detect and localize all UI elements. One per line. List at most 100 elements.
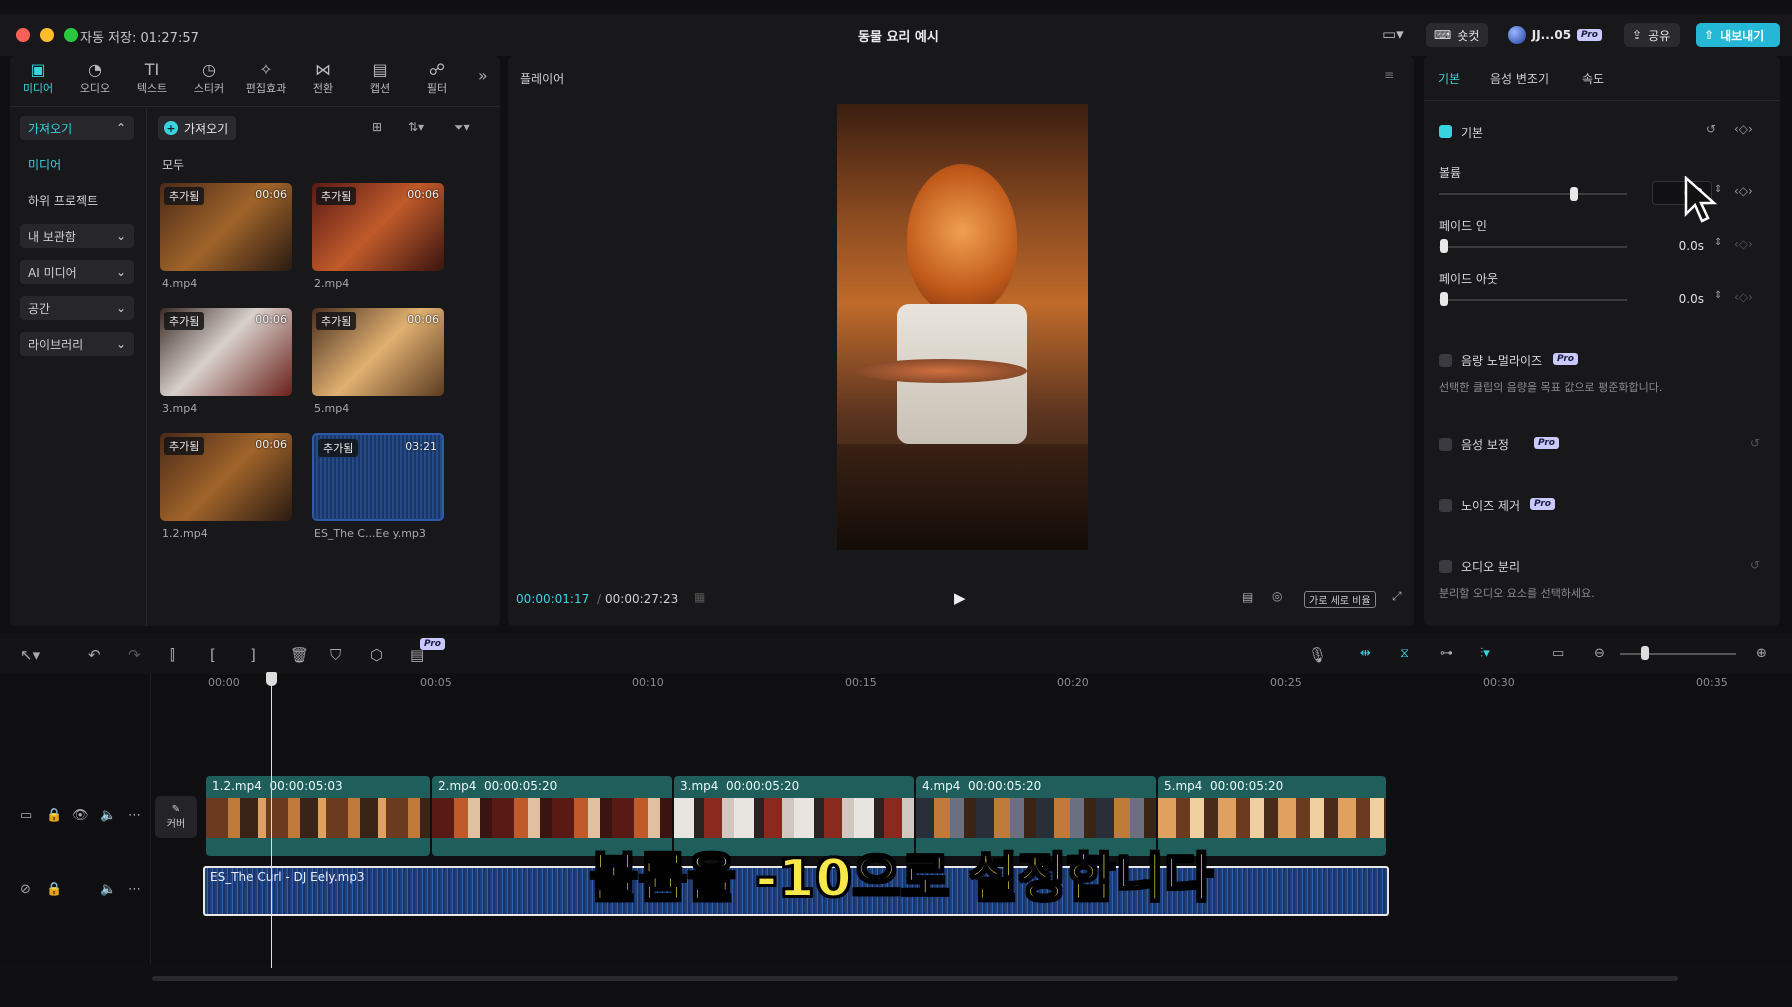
split-left-icon[interactable]: [ (210, 646, 216, 664)
fade-in-knob[interactable] (1440, 239, 1448, 253)
sidebar-item-space[interactable]: 공간 ⌄ (20, 296, 134, 320)
eye-icon[interactable]: 👁 (72, 808, 89, 823)
voice-enhance-checkbox[interactable] (1439, 438, 1452, 451)
tab-basic[interactable]: 기본 (1438, 70, 1460, 87)
minimize-window-button[interactable] (40, 28, 54, 42)
tab-transition[interactable]: ⋈ 전환 (298, 60, 348, 98)
more-icon[interactable]: ⋯ (128, 808, 141, 823)
media-thumb-5[interactable]: 추가됨 00:06 (312, 308, 444, 396)
maximize-window-button[interactable] (64, 28, 78, 42)
reset-icon[interactable]: ↺ (1750, 436, 1760, 450)
close-window-button[interactable] (16, 28, 30, 42)
microphone-icon[interactable]: 🎙 (1308, 646, 1327, 664)
stepper-icon[interactable]: ⇕ (1714, 290, 1722, 301)
tab-sticker[interactable]: ◷ 스티커 (184, 60, 234, 98)
account-menu[interactable]: JJ...05 Pro (1500, 23, 1610, 47)
link-icon[interactable]: ⊶ (1440, 646, 1453, 661)
media-thumb-3[interactable]: 추가됨 00:06 (160, 308, 292, 396)
fade-out-slider[interactable] (1439, 299, 1627, 301)
filter-sort-icon[interactable]: ⏷▾ (454, 120, 470, 135)
snapshot-icon[interactable]: ◎ (1272, 589, 1282, 603)
select-tool-icon[interactable]: ↖▾ (20, 646, 40, 664)
noise-reduction-checkbox[interactable] (1439, 499, 1452, 512)
sidebar-item-import[interactable]: 가져오기 ⌃ (20, 116, 134, 140)
tab-caption[interactable]: ▤ 캡션 (355, 60, 405, 98)
fade-in-slider[interactable] (1439, 246, 1627, 248)
snap-icon[interactable]: ⧖ (1400, 646, 1409, 661)
timeline-clip[interactable]: 1.2.mp4 00:00:05:03 (206, 776, 430, 856)
sidebar-item-library2[interactable]: 라이브러리 ⌄ (20, 332, 134, 356)
speaker-icon[interactable]: 🔈 (100, 882, 116, 897)
media-thumb-4[interactable]: 추가됨 00:06 (160, 183, 292, 271)
zoom-in-icon[interactable]: ⊕ (1756, 646, 1767, 661)
media-thumb-audio[interactable]: 추가됨 03:21 (312, 433, 444, 521)
shield-icon[interactable]: ⛉ (330, 646, 341, 664)
timeline-scrollbar[interactable] (152, 976, 1678, 981)
redo-icon[interactable]: ↷ (128, 646, 141, 664)
play-button[interactable]: ▶ (954, 589, 966, 607)
sidebar-item-library[interactable]: 내 보관함 ⌄ (20, 224, 134, 248)
zoom-out-icon[interactable]: ⊖ (1594, 646, 1605, 661)
reset-icon[interactable]: ↺ (1750, 558, 1760, 572)
lock-icon[interactable]: 🔒 (46, 808, 62, 823)
tab-filter[interactable]: ☍ 필터 (412, 60, 462, 98)
speaker-icon[interactable]: 🔈 (100, 808, 116, 823)
shortcut-button[interactable]: ⌨ 숏컷 (1426, 23, 1488, 47)
stepper-icon[interactable]: ⇕ (1714, 237, 1722, 248)
menu-icon[interactable]: ≡ (1384, 68, 1394, 82)
sidebar-item-media[interactable]: 미디어 (20, 152, 134, 176)
more-tabs-icon[interactable]: » (478, 66, 488, 85)
tab-speed[interactable]: 속도 (1582, 70, 1604, 87)
playhead[interactable] (271, 674, 272, 968)
fullscreen-icon[interactable]: ⤢ (1392, 589, 1402, 604)
magnet-icon[interactable]: ⇹ (1360, 646, 1371, 661)
export-button[interactable]: ⇧ 내보내기 (1696, 23, 1780, 47)
tab-voice-changer[interactable]: 음성 변조기 (1490, 70, 1549, 87)
audio-separation-checkbox[interactable] (1439, 560, 1452, 573)
cover-button[interactable]: ✎ 커버 (155, 796, 197, 838)
delete-icon[interactable]: 🗑 (290, 646, 309, 664)
more-icon[interactable]: ⋯ (128, 882, 141, 897)
zoom-slider[interactable] (1620, 653, 1736, 655)
import-button[interactable]: + 가져오기 (158, 116, 236, 140)
fade-out-knob[interactable] (1440, 292, 1448, 306)
sort-icon[interactable]: ⇅▾ (408, 120, 424, 134)
tab-effects[interactable]: ✧ 편집효과 (241, 60, 291, 98)
reset-icon[interactable]: ↺ (1706, 122, 1716, 136)
split-icon[interactable]: ⫿ (170, 646, 175, 664)
keyframe-icon[interactable]: ‹◇› (1734, 290, 1753, 304)
basic-checkbox[interactable] (1439, 125, 1452, 138)
zoom-slider-knob[interactable] (1641, 646, 1649, 660)
layout-icon[interactable]: ▭▾ (1382, 25, 1404, 43)
tab-media[interactable]: ▣ 미디어 (13, 60, 63, 98)
volume-slider[interactable] (1439, 193, 1627, 195)
keyframe-icon[interactable]: ‹◇› (1734, 237, 1753, 251)
normalize-checkbox[interactable] (1439, 354, 1452, 367)
chevron-down-icon: ⌄ (115, 337, 126, 351)
lock-icon[interactable]: 🔒 (46, 882, 62, 897)
keyframe-icon[interactable]: ‹◇› (1734, 122, 1753, 136)
fade-in-input[interactable]: 0.0s (1652, 234, 1712, 258)
volume-slider-knob[interactable] (1570, 187, 1579, 201)
mask-icon[interactable]: ⬡ (370, 646, 383, 664)
share-button[interactable]: ⇪ 공유 (1624, 23, 1680, 47)
split-right-icon[interactable]: ] (250, 646, 256, 664)
aspect-ratio-button[interactable]: 가로 세로 비율 (1304, 591, 1376, 608)
ruler-tick: 00:10 (632, 676, 664, 689)
preview-axis-icon[interactable]: ⫶▾ (1480, 646, 1490, 661)
sidebar-item-sub-project[interactable]: 하위 프로젝트 (20, 188, 134, 212)
fade-out-input[interactable]: 0.0s (1652, 287, 1712, 311)
keyframe-icon[interactable]: ‹◇› (1734, 184, 1753, 198)
media-thumb-1-2[interactable]: 추가됨 00:06 (160, 433, 292, 521)
undo-icon[interactable]: ↶ (88, 646, 101, 664)
sidebar-item-ai-media[interactable]: AI 미디어 ⌄ (20, 260, 134, 284)
quality-icon[interactable]: ▤ (1242, 590, 1253, 604)
tab-text[interactable]: TI 텍스트 (127, 60, 177, 98)
timecode-icon[interactable]: ▦ (694, 590, 705, 604)
media-thumb-2[interactable]: 추가됨 00:06 (312, 183, 444, 271)
mouse-cursor-icon (1684, 176, 1718, 223)
fit-icon[interactable]: ▭ (1552, 646, 1564, 661)
grid-view-icon[interactable]: ⊞ (372, 120, 382, 134)
tab-audio[interactable]: ◔ 오디오 (70, 60, 120, 98)
playhead-handle[interactable] (266, 672, 277, 686)
